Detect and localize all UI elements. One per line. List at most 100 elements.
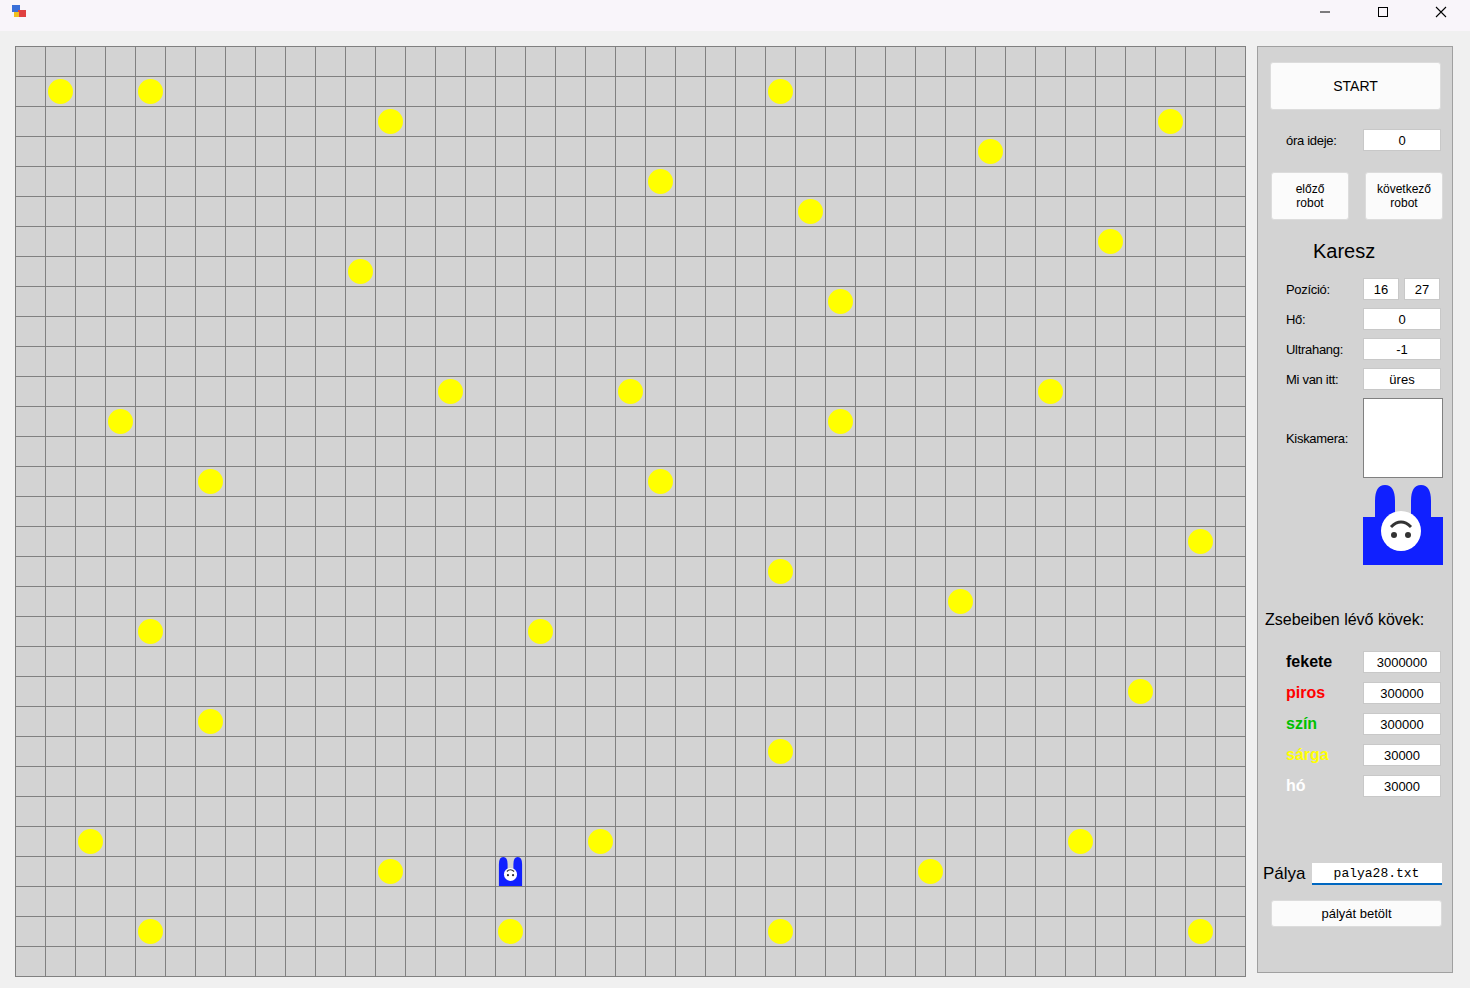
- pocket-field[interactable]: 3000000: [1363, 651, 1441, 673]
- board-cell: [1066, 407, 1095, 436]
- board-cell: [46, 737, 75, 766]
- next-robot-button[interactable]: következő robot: [1365, 172, 1443, 220]
- map-field[interactable]: palya28.txt: [1312, 863, 1442, 885]
- board-cell: [106, 797, 135, 826]
- board-cell: [856, 707, 885, 736]
- load-map-button[interactable]: pályát betölt: [1271, 900, 1442, 927]
- stone: [1188, 919, 1213, 944]
- sensor-label: Mi van itt:: [1286, 372, 1363, 387]
- board-cell: [556, 197, 585, 226]
- board-cell: [256, 47, 285, 76]
- board-cell: [76, 497, 105, 526]
- maximize-button[interactable]: [1354, 0, 1412, 24]
- board-cell: [706, 767, 735, 796]
- stone: [768, 79, 793, 104]
- board-cell: [1216, 707, 1245, 736]
- board-cell: [316, 227, 345, 256]
- board-cell: [736, 137, 765, 166]
- board-cell: [766, 167, 795, 196]
- board-cell: [1126, 107, 1155, 136]
- stone: [588, 829, 613, 854]
- board-cell: [16, 47, 45, 76]
- board-cell: [676, 617, 705, 646]
- board-cell: [466, 947, 495, 976]
- sensor-field[interactable]: -1: [1363, 338, 1441, 360]
- position-y-field[interactable]: 27: [1404, 278, 1440, 300]
- board-cell: [316, 257, 345, 286]
- clock-field[interactable]: 0: [1363, 129, 1441, 151]
- board-cell: [436, 677, 465, 706]
- board-cell: [826, 377, 855, 406]
- stone: [618, 379, 643, 404]
- board-cell: [436, 167, 465, 196]
- pocket-field[interactable]: 30000: [1363, 744, 1441, 766]
- board-cell: [736, 47, 765, 76]
- board-cell: [916, 557, 945, 586]
- board-cell: [586, 287, 615, 316]
- board-cell: [136, 107, 165, 136]
- board-cell: [616, 677, 645, 706]
- sensor-field[interactable]: 0: [1363, 308, 1441, 330]
- board-cell: [286, 557, 315, 586]
- board-cell: [1066, 227, 1095, 256]
- board-cell: [646, 707, 675, 736]
- board-cell: [376, 857, 405, 886]
- board-cell: [826, 137, 855, 166]
- board-cell: [106, 737, 135, 766]
- board-cell: [136, 467, 165, 496]
- minimize-button[interactable]: [1296, 0, 1354, 24]
- board-cell: [706, 467, 735, 496]
- pocket-list: fekete 3000000piros 300000szín 300000sár…: [1258, 651, 1452, 797]
- board-cell: [46, 917, 75, 946]
- board-cell: [1186, 797, 1215, 826]
- board-cell: [1216, 767, 1245, 796]
- pocket-field[interactable]: 300000: [1363, 713, 1441, 735]
- board-cell: [1006, 347, 1035, 376]
- close-button[interactable]: [1412, 0, 1470, 24]
- board-cell: [766, 407, 795, 436]
- sensor-field[interactable]: üres: [1363, 368, 1441, 390]
- pocket-field[interactable]: 300000: [1363, 682, 1441, 704]
- board-cell: [376, 197, 405, 226]
- board-cell: [226, 527, 255, 556]
- board-cell: [676, 377, 705, 406]
- board-cell: [976, 317, 1005, 346]
- board-cell: [16, 917, 45, 946]
- board-cell: [916, 737, 945, 766]
- board-cell: [1216, 797, 1245, 826]
- board-cell: [466, 257, 495, 286]
- board-cell: [736, 287, 765, 316]
- start-button[interactable]: START: [1270, 62, 1441, 110]
- board-cell: [646, 47, 675, 76]
- prev-robot-button[interactable]: előző robot: [1271, 172, 1349, 220]
- board-cell: [346, 527, 375, 556]
- board-cell: [826, 827, 855, 856]
- board-cell: [946, 767, 975, 796]
- board-cell: [316, 947, 345, 976]
- control-panel: START óra ideje: 0 előző robot következő…: [1257, 46, 1453, 973]
- board-cell: [796, 887, 825, 916]
- board-cell: [196, 227, 225, 256]
- board-cell: [616, 197, 645, 226]
- board-cell: [346, 707, 375, 736]
- board-cell: [1216, 47, 1245, 76]
- board-cell: [76, 557, 105, 586]
- board-cell: [106, 107, 135, 136]
- board-cell: [376, 947, 405, 976]
- position-x-field[interactable]: 16: [1363, 278, 1399, 300]
- board-cell: [766, 587, 795, 616]
- board-cell: [556, 137, 585, 166]
- board-cell: [946, 347, 975, 376]
- board-cell: [1156, 767, 1185, 796]
- pocket-field[interactable]: 30000: [1363, 775, 1441, 797]
- board-cell: [286, 167, 315, 196]
- board-cell: [766, 257, 795, 286]
- board-cell: [1186, 227, 1215, 256]
- board-cell: [556, 647, 585, 676]
- board-cell: [1216, 557, 1245, 586]
- board[interactable]: [15, 46, 1246, 977]
- board-cell: [526, 137, 555, 166]
- board-cell: [1186, 767, 1215, 796]
- board-cell: [766, 347, 795, 376]
- board-cell: [946, 467, 975, 496]
